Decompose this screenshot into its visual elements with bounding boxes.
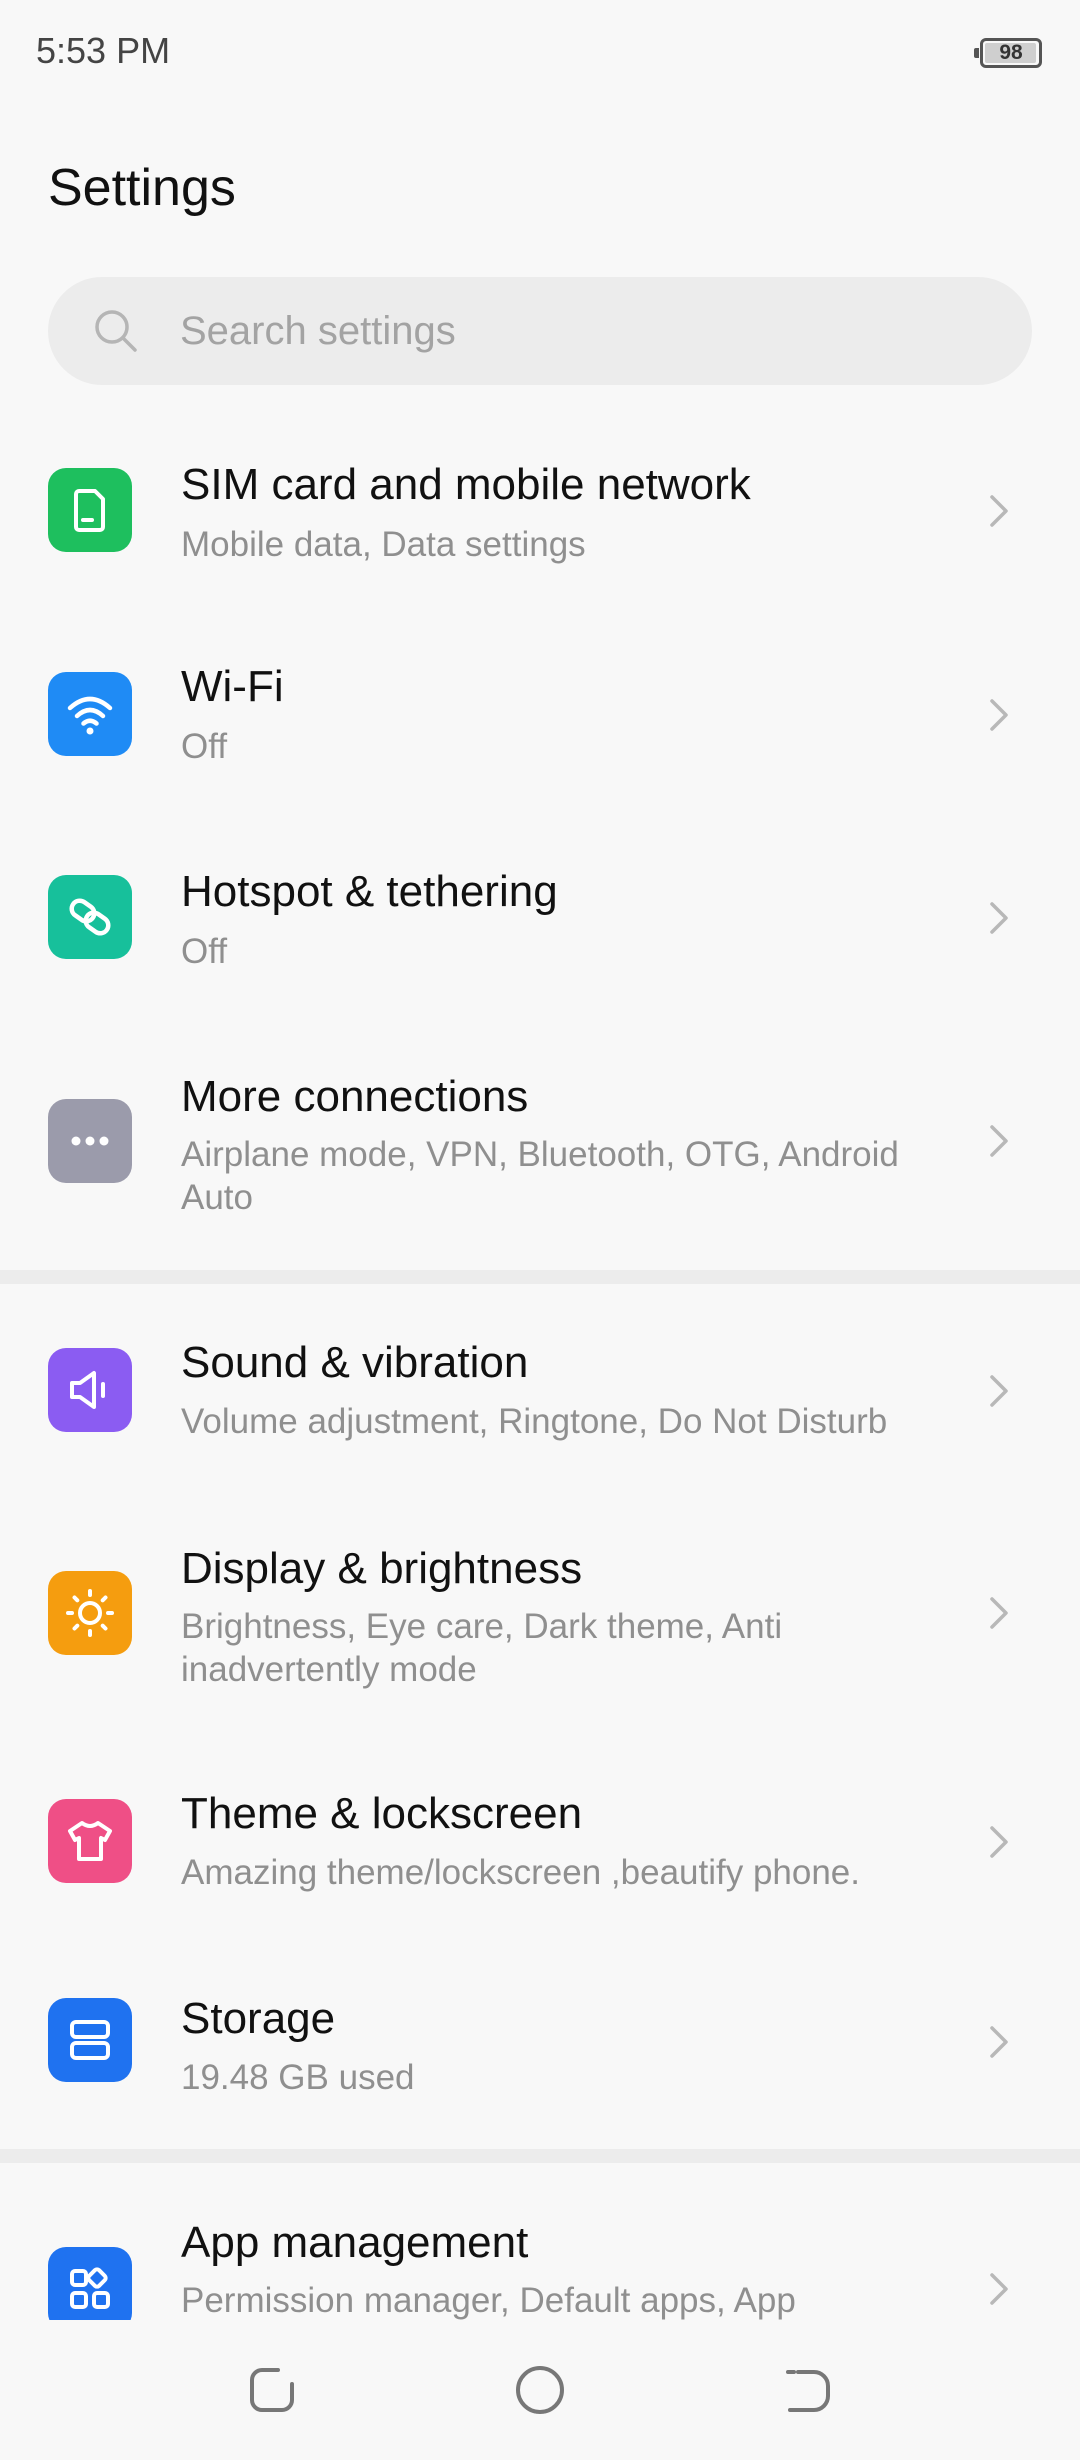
storage-icon [48,1998,132,2082]
sim-card-icon [48,468,132,552]
setting-row-storage[interactable]: Storage 19.48 GB used [0,1944,1080,2149]
search-bar[interactable] [48,277,1032,385]
battery-level: 98 [999,41,1023,64]
setting-title: More connections [181,1072,529,1121]
battery-icon: 98 [974,38,1042,68]
chevron-right-icon [990,2273,1008,2305]
setting-title: Display & brightness [181,1544,583,1593]
search-input[interactable] [180,277,980,385]
back-icon[interactable] [776,2358,840,2422]
section-divider [0,2149,1080,2163]
setting-title: Theme & lockscreen [181,1789,583,1838]
setting-subtitle: Permission manager, Default apps, App [181,2281,796,2320]
navigation-bar [0,2320,1080,2460]
setting-row-hotspot[interactable]: Hotspot & tethering Off [0,815,1080,1015]
chevron-right-icon [990,2026,1008,2058]
setting-row-more-connections[interactable]: More connections Airplane mode, VPN, Blu… [0,1015,1080,1270]
setting-subtitle: Airplane mode, VPN, Bluetooth, OTG, Andr… [181,1135,899,1217]
setting-title: SIM card and mobile network [181,460,751,509]
chevron-right-icon [990,699,1008,731]
setting-row-theme[interactable]: Theme & lockscreen Amazing theme/lockscr… [0,1739,1080,1944]
search-icon [95,310,137,352]
setting-row-wifi[interactable]: Wi-Fi Off [0,610,1080,815]
chevron-right-icon [990,1125,1008,1157]
apps-grid-icon [48,2247,132,2320]
sun-icon [48,1571,132,1655]
setting-title: Hotspot & tethering [181,867,558,916]
setting-subtitle: Amazing theme/lockscreen ,beautify phone… [181,1853,860,1892]
section-divider [0,1270,1080,1284]
setting-row-sound[interactable]: Sound & vibration Volume adjustment, Rin… [0,1284,1080,1489]
setting-title: App management [181,2218,529,2267]
chevron-right-icon [990,1597,1008,1629]
wifi-icon [48,672,132,756]
more-dots-icon [48,1099,132,1183]
chevron-right-icon [990,1826,1008,1858]
setting-row-display[interactable]: Display & brightness Brightness, Eye car… [0,1489,1080,1739]
status-bar: 5:53 PM 98 [0,0,1080,110]
speaker-icon [48,1348,132,1432]
page-title: Settings [48,159,236,217]
setting-subtitle: Off [181,932,228,971]
setting-title: Sound & vibration [181,1338,529,1387]
hotspot-icon [48,875,132,959]
chevron-right-icon [990,1375,1008,1407]
setting-subtitle: Mobile data, Data settings [181,525,586,564]
setting-row-sim[interactable]: SIM card and mobile network Mobile data,… [0,410,1080,610]
setting-subtitle: Volume adjustment, Ringtone, Do Not Dist… [181,1402,888,1441]
setting-title: Wi-Fi [181,662,284,711]
home-circle-icon[interactable] [508,2358,572,2422]
setting-subtitle: 19.48 GB used [181,2058,415,2097]
setting-subtitle: Brightness, Eye care, Dark theme, Anti i… [181,1607,783,1689]
setting-title: Storage [181,1994,336,2043]
tshirt-icon [48,1799,132,1883]
setting-row-app-management[interactable]: App management Permission manager, Defau… [0,2163,1080,2320]
chevron-right-icon [990,902,1008,934]
chevron-right-icon [990,495,1008,527]
recents-icon[interactable] [240,2358,304,2422]
status-time: 5:53 PM [36,30,171,71]
settings-screen: 5:53 PM 98 Settings SIM card and mobile … [0,0,1080,2460]
setting-subtitle: Off [181,727,228,766]
